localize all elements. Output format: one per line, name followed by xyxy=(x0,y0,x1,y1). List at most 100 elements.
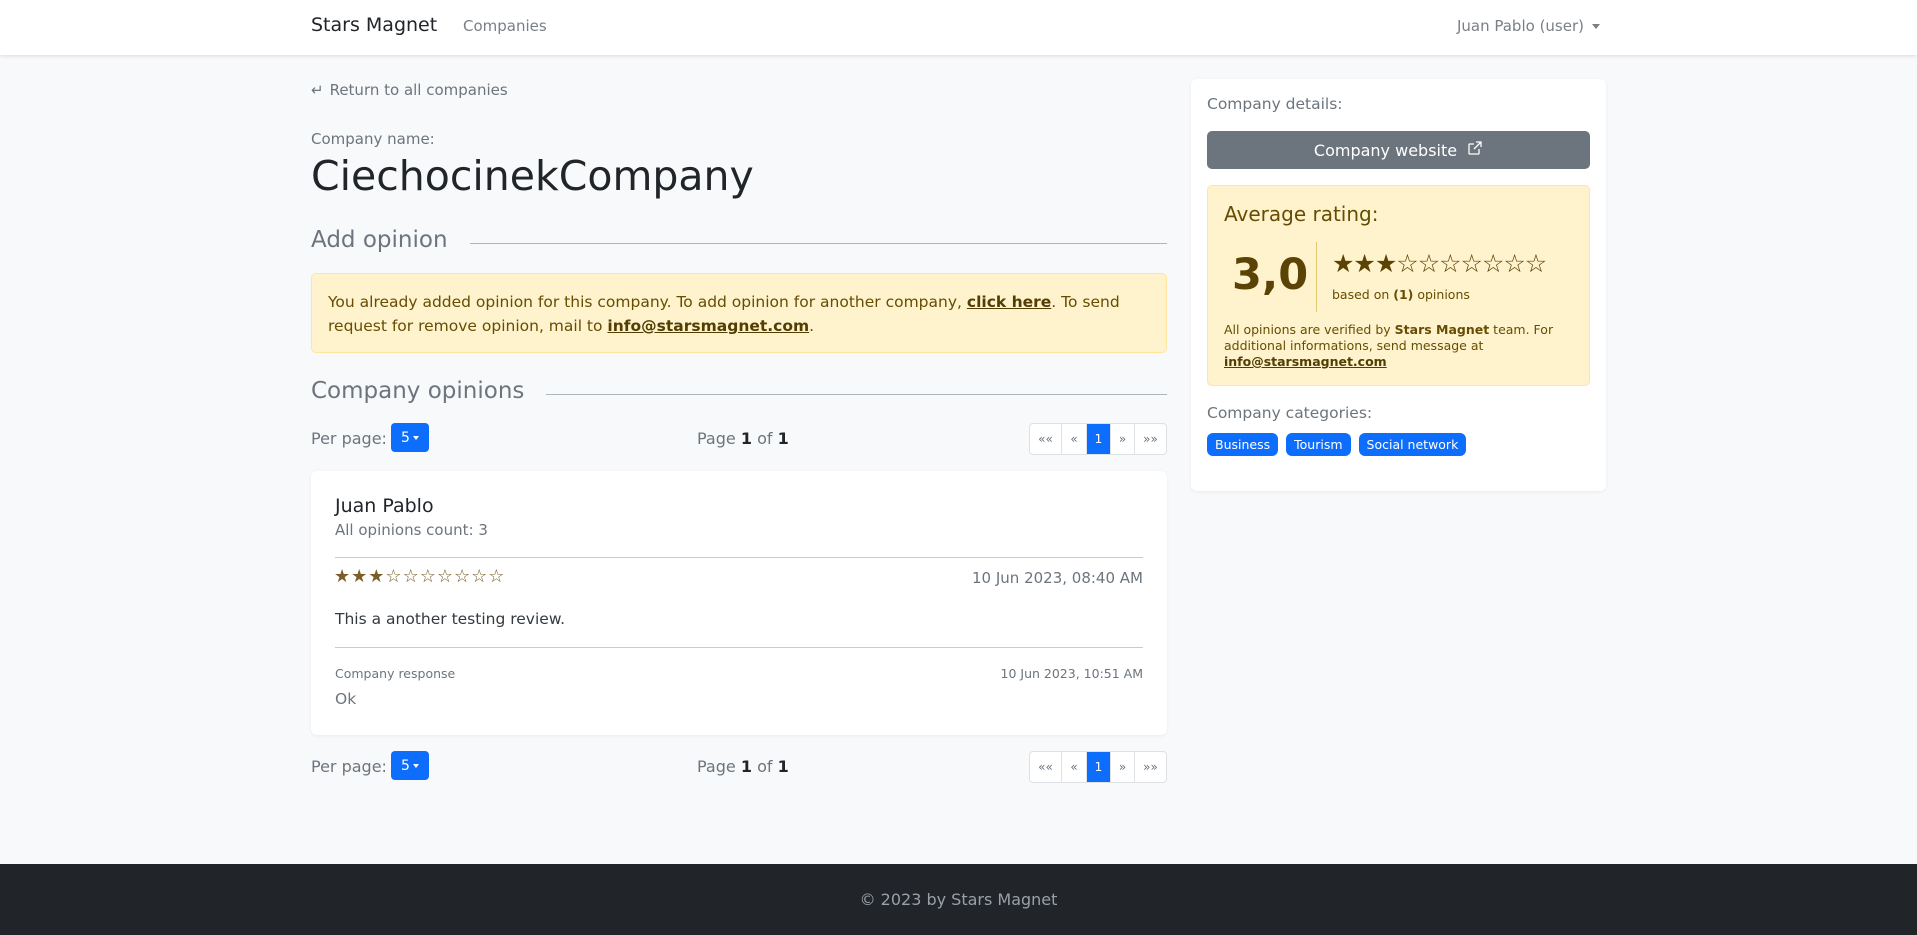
company-details-sidebar: Company details: Company website Average… xyxy=(1191,79,1606,491)
pagination: «« « 1 » »» xyxy=(1029,751,1167,783)
per-page-value: 5 xyxy=(401,429,410,446)
verified-email-link[interactable]: info@starsmagnet.com xyxy=(1224,354,1387,369)
star-empty-icon: ☆ xyxy=(488,566,506,587)
external-link-icon xyxy=(1467,140,1483,160)
star-empty-icon: ☆ xyxy=(385,566,403,587)
divider xyxy=(335,647,1143,648)
page-1-button[interactable]: 1 xyxy=(1086,752,1110,782)
star-filled-icon: ★ xyxy=(1374,249,1397,278)
company-categories-label: Company categories: xyxy=(1207,404,1373,422)
page-title: CiechocinekCompany xyxy=(311,152,754,200)
company-response-label: Company response xyxy=(335,666,456,681)
page-word: Page xyxy=(697,429,736,448)
footer-copyright: © 2023 by Stars Magnet xyxy=(859,890,1058,909)
pager-top: Per page: 5 Page 1 of 1 «« « 1 » »» xyxy=(311,423,1167,455)
page-info: Page 1 of 1 xyxy=(697,757,789,776)
category-badges: Business Tourism Social network xyxy=(1207,433,1467,456)
star-filled-icon: ★ xyxy=(1332,249,1354,278)
average-rating-box: Average rating: 3,0 ★★★☆☆☆☆☆☆☆ based on … xyxy=(1207,185,1590,386)
divider xyxy=(1316,242,1317,312)
add-opinion-heading: Add opinion xyxy=(311,227,1167,253)
category-badge: Tourism xyxy=(1286,433,1351,456)
divider xyxy=(546,393,1167,395)
opinion-author: Juan Pablo xyxy=(335,495,434,517)
current-page: 1 xyxy=(740,429,752,448)
category-badge: Business xyxy=(1207,433,1279,456)
based-on-text-2: opinions xyxy=(1413,287,1470,302)
company-opinions-heading-text: Company opinions xyxy=(311,378,525,404)
star-empty-icon: ☆ xyxy=(1503,249,1525,278)
per-page-label: Per page: xyxy=(311,757,387,776)
average-rating-stars: ★★★☆☆☆☆☆☆☆ xyxy=(1332,249,1547,278)
star-empty-icon: ☆ xyxy=(1460,249,1483,278)
per-page-dropdown[interactable]: 5 xyxy=(391,751,429,780)
per-page-value: 5 xyxy=(401,757,410,774)
divider xyxy=(335,557,1143,558)
verified-brand: Stars Magnet xyxy=(1394,322,1490,337)
divider xyxy=(469,242,1167,244)
average-rating-title: Average rating: xyxy=(1224,202,1379,226)
first-page-button[interactable]: «« xyxy=(1030,424,1061,454)
return-link[interactable]: ↵ Return to all companies xyxy=(311,81,508,99)
page-1-button[interactable]: 1 xyxy=(1086,424,1110,454)
top-navbar: Stars Magnet Companies Juan Pablo (user) xyxy=(0,0,1917,55)
star-filled-icon: ★ xyxy=(351,566,369,587)
company-details-label: Company details: xyxy=(1207,95,1343,113)
user-menu-label: Juan Pablo (user) xyxy=(1456,17,1584,35)
last-page-button[interactable]: »» xyxy=(1134,424,1166,454)
pager-bottom: Per page: 5 Page 1 of 1 «« « 1 » »» xyxy=(311,751,1167,783)
opinion-card: Juan Pablo All opinions count: 3 ★★★☆☆☆☆… xyxy=(311,471,1167,735)
opinion-count: All opinions count: 3 xyxy=(335,521,488,539)
of-word: of xyxy=(757,429,773,448)
total-pages: 1 xyxy=(777,429,789,448)
verified-text: All opinions are verified by xyxy=(1224,322,1395,337)
company-website-button[interactable]: Company website xyxy=(1207,131,1590,169)
star-empty-icon: ☆ xyxy=(1524,249,1547,278)
add-opinion-heading-text: Add opinion xyxy=(311,227,448,253)
next-page-button[interactable]: » xyxy=(1110,752,1134,782)
chevron-down-icon xyxy=(1592,24,1600,29)
return-arrow-icon: ↵ xyxy=(311,81,324,99)
company-response-date: 10 Jun 2023, 10:51 AM xyxy=(1000,666,1143,681)
already-added-alert: You already added opinion for this compa… xyxy=(311,273,1167,353)
first-page-button[interactable]: «« xyxy=(1030,752,1061,782)
per-page-label: Per page: xyxy=(311,429,387,448)
star-empty-icon: ☆ xyxy=(1396,249,1418,278)
of-word: of xyxy=(757,757,773,776)
based-on-count: (1) xyxy=(1393,287,1414,302)
prev-page-button[interactable]: « xyxy=(1061,752,1086,782)
star-empty-icon: ☆ xyxy=(1481,249,1504,278)
opinion-rating-stars: ★★★☆☆☆☆☆☆☆ xyxy=(334,566,505,587)
chevron-down-icon xyxy=(412,435,419,440)
company-opinions-heading: Company opinions xyxy=(311,378,1167,404)
verified-note: All opinions are verified by Stars Magne… xyxy=(1224,322,1574,370)
star-empty-icon: ☆ xyxy=(1417,249,1440,278)
average-rating-value: 3,0 xyxy=(1232,250,1309,300)
brand-logo[interactable]: Stars Magnet xyxy=(311,14,437,36)
footer: © 2023 by Stars Magnet xyxy=(0,864,1917,935)
prev-page-button[interactable]: « xyxy=(1061,424,1086,454)
nav-link-companies[interactable]: Companies xyxy=(463,17,547,35)
based-on-text: based on (1) opinions xyxy=(1332,287,1470,302)
star-filled-icon: ★ xyxy=(1353,249,1375,278)
current-page: 1 xyxy=(740,757,752,776)
opinion-text: This a another testing review. xyxy=(335,610,565,628)
per-page-dropdown[interactable]: 5 xyxy=(391,423,429,452)
star-empty-icon: ☆ xyxy=(402,566,420,587)
next-page-button[interactable]: » xyxy=(1110,424,1134,454)
pagination: «« « 1 » »» xyxy=(1029,423,1167,455)
alert-text: . xyxy=(809,317,815,335)
company-response-text: Ok xyxy=(335,690,357,708)
click-here-link[interactable]: click here xyxy=(967,293,1051,311)
email-link[interactable]: info@starsmagnet.com xyxy=(607,317,809,335)
page-word: Page xyxy=(697,757,736,776)
star-empty-icon: ☆ xyxy=(1439,249,1461,278)
star-empty-icon: ☆ xyxy=(419,566,437,587)
page-info: Page 1 of 1 xyxy=(697,429,789,448)
chevron-down-icon xyxy=(412,763,419,768)
user-menu-dropdown[interactable]: Juan Pablo (user) xyxy=(1457,17,1600,35)
star-empty-icon: ☆ xyxy=(436,566,454,587)
company-website-label: Company website xyxy=(1313,140,1458,160)
category-badge: Social network xyxy=(1358,433,1467,456)
last-page-button[interactable]: »» xyxy=(1134,752,1166,782)
